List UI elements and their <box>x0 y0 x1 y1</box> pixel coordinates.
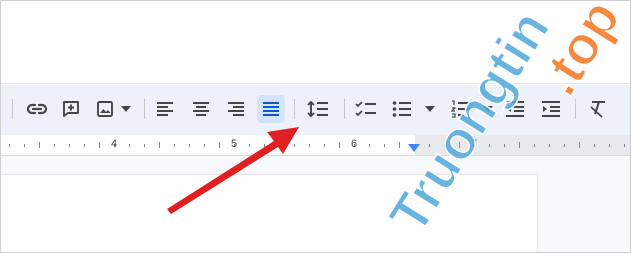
line-spacing-icon <box>307 99 329 119</box>
caret-down-icon <box>483 106 493 112</box>
align-center-icon <box>192 101 210 117</box>
toolbar-divider <box>575 99 576 119</box>
document-page[interactable] <box>1 175 537 252</box>
ruler-tick <box>309 144 310 147</box>
numbering-options-dropdown[interactable] <box>481 95 495 123</box>
ruler-tick <box>594 144 595 147</box>
ruler-tick <box>204 144 205 147</box>
image-icon <box>95 99 115 119</box>
toolbar-divider <box>344 99 345 119</box>
align-right-button[interactable] <box>222 95 250 123</box>
ruler-label: 7 <box>471 138 478 150</box>
ruler-tick <box>324 144 325 147</box>
ruler-label: 6 <box>351 138 358 150</box>
ruler-tick <box>564 144 565 147</box>
ruler-tick <box>39 142 40 148</box>
right-indent-marker[interactable] <box>408 144 420 152</box>
increase-indent-icon <box>541 100 561 118</box>
ruler-tick <box>504 144 505 147</box>
ruler-tick <box>9 144 10 147</box>
ruler-tick <box>339 142 340 148</box>
ruler-tick <box>444 144 445 147</box>
screenshot-frame: 4 5 6 7 Truongtin .top <box>0 0 631 253</box>
numbered-list-icon <box>451 100 471 118</box>
ruler-tick <box>399 142 400 148</box>
clear-formatting-icon <box>588 100 608 118</box>
decrease-indent-icon <box>505 100 525 118</box>
ruler-tick <box>459 142 460 148</box>
header-divider <box>1 83 630 84</box>
ruler-tick <box>24 144 25 147</box>
bullet-options-dropdown[interactable] <box>423 95 437 123</box>
ruler-tick <box>264 144 265 147</box>
ruler-tick <box>489 144 490 147</box>
ruler-tick <box>384 144 385 147</box>
ruler-tick <box>54 144 55 147</box>
horizontal-ruler[interactable]: 4 5 6 7 <box>1 135 630 156</box>
ruler-tick <box>279 142 280 148</box>
toolbar-divider <box>12 99 13 119</box>
ruler-tick <box>249 144 250 147</box>
align-center-button[interactable] <box>187 95 215 123</box>
increase-indent-button[interactable] <box>537 95 565 123</box>
ruler-tick <box>534 144 535 147</box>
ruler-tick <box>174 144 175 147</box>
ruler-tick <box>519 142 520 148</box>
align-right-icon <box>227 101 245 117</box>
bulleted-list-button[interactable] <box>388 95 416 123</box>
ruler-margin-area <box>415 135 630 155</box>
ruler-tick <box>624 144 625 147</box>
ruler-tick <box>69 144 70 147</box>
ruler-tick <box>609 144 610 147</box>
ruler-tick <box>129 144 130 147</box>
toolbar-divider <box>294 99 295 119</box>
caret-down-icon <box>425 106 435 112</box>
ruler-tick <box>549 144 550 147</box>
add-comment-button[interactable] <box>57 95 85 123</box>
checklist-button[interactable] <box>352 95 380 123</box>
ruler-tick <box>579 142 580 148</box>
align-left-icon <box>156 101 174 117</box>
ruler-tick <box>99 142 100 148</box>
toolbar-divider <box>144 99 145 119</box>
bulleted-list-icon <box>392 100 412 118</box>
formatting-toolbar <box>1 85 630 135</box>
ruler-label: 4 <box>111 138 118 150</box>
caret-down-icon <box>121 106 131 112</box>
align-left-button[interactable] <box>151 95 179 123</box>
ruler-tick <box>159 142 160 148</box>
ruler-tick <box>144 144 145 147</box>
ruler-tick <box>294 144 295 147</box>
numbered-list-button[interactable] <box>447 95 475 123</box>
insert-image-button[interactable] <box>91 95 119 123</box>
ruler-tick <box>189 144 190 147</box>
document-header-area <box>1 1 630 83</box>
image-options-dropdown[interactable] <box>119 95 133 123</box>
clear-formatting-button[interactable] <box>584 95 612 123</box>
ruler-tick <box>369 144 370 147</box>
ruler-tick <box>84 144 85 147</box>
line-spacing-button[interactable] <box>304 95 332 123</box>
link-icon <box>26 102 48 116</box>
decrease-indent-button[interactable] <box>501 95 529 123</box>
ruler-tick <box>429 144 430 147</box>
insert-link-button[interactable] <box>23 95 51 123</box>
ruler-tick <box>219 142 220 148</box>
checklist-icon <box>355 100 377 118</box>
justify-icon <box>262 101 280 117</box>
ruler-label: 5 <box>231 138 238 150</box>
add-comment-icon <box>61 99 81 119</box>
justify-button[interactable] <box>257 95 285 123</box>
